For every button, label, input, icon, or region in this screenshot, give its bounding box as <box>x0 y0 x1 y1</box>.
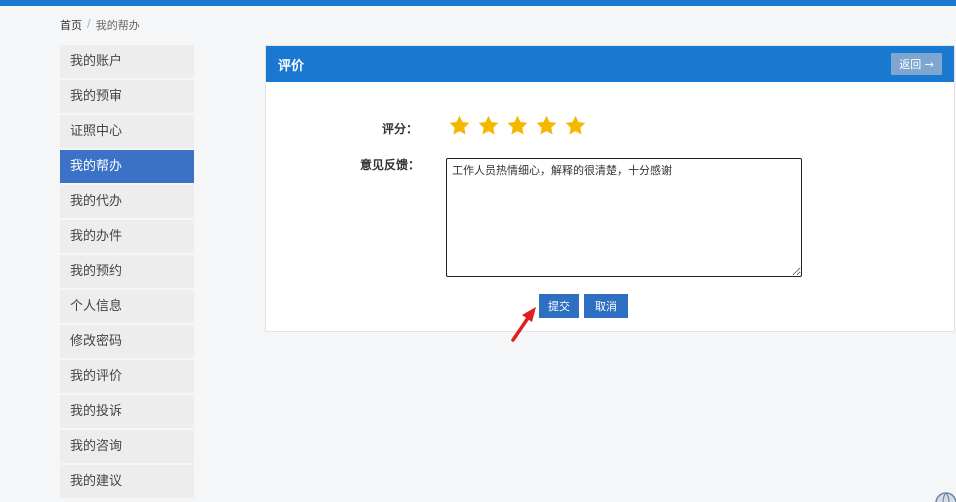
sidebar-item-personal-info[interactable]: 个人信息 <box>60 290 194 323</box>
sidebar-item-suggestions[interactable]: 我的建议 <box>60 465 194 498</box>
star-icon[interactable] <box>448 114 471 137</box>
rating-label: 评分： <box>382 122 419 136</box>
sidebar-item-account[interactable]: 我的账户 <box>60 45 194 78</box>
breadcrumb-home[interactable]: 首页 <box>60 17 82 33</box>
globe-icon[interactable] <box>935 492 956 502</box>
sidebar-item-appointments[interactable]: 我的预约 <box>60 255 194 288</box>
sidebar-item-cases[interactable]: 我的办件 <box>60 220 194 253</box>
panel-title: 评价 <box>278 58 305 74</box>
panel-header: 评价 返回 → <box>266 46 954 82</box>
star-icon[interactable] <box>564 114 587 137</box>
star-icon[interactable] <box>506 114 529 137</box>
sidebar-item-consultations[interactable]: 我的咨询 <box>60 430 194 463</box>
sidebar-item-evaluations[interactable]: 我的评价 <box>60 360 194 393</box>
evaluation-panel: 评价 返回 → 评分： 意见反馈： 提交 取消 <box>265 45 955 332</box>
sidebar-item-complaints[interactable]: 我的投诉 <box>60 395 194 428</box>
breadcrumb-separator: / <box>87 17 91 30</box>
rating-stars <box>448 114 587 137</box>
sidebar-item-pre-review[interactable]: 我的预审 <box>60 80 194 113</box>
submit-button[interactable]: 提交 <box>539 294 579 318</box>
sidebar-item-change-password[interactable]: 修改密码 <box>60 325 194 358</box>
sidebar-item-license-center[interactable]: 证照中心 <box>60 115 194 148</box>
breadcrumb-current: 我的帮办 <box>95 19 140 32</box>
back-button[interactable]: 返回 → <box>891 53 942 75</box>
feedback-label: 意见反馈： <box>360 158 421 172</box>
breadcrumb: 首页 / 我的帮办 <box>60 17 140 33</box>
top-bar <box>0 0 956 6</box>
cancel-button[interactable]: 取消 <box>584 294 628 318</box>
feedback-textarea[interactable] <box>446 158 802 277</box>
star-icon[interactable] <box>535 114 558 137</box>
sidebar: 我的账户 我的预审 证照中心 我的帮办 我的代办 我的办件 我的预约 个人信息 … <box>60 45 194 500</box>
sidebar-item-assistance[interactable]: 我的帮办 <box>60 150 194 183</box>
arrow-icon <box>511 307 536 342</box>
sidebar-item-agency[interactable]: 我的代办 <box>60 185 194 218</box>
star-icon[interactable] <box>477 114 500 137</box>
